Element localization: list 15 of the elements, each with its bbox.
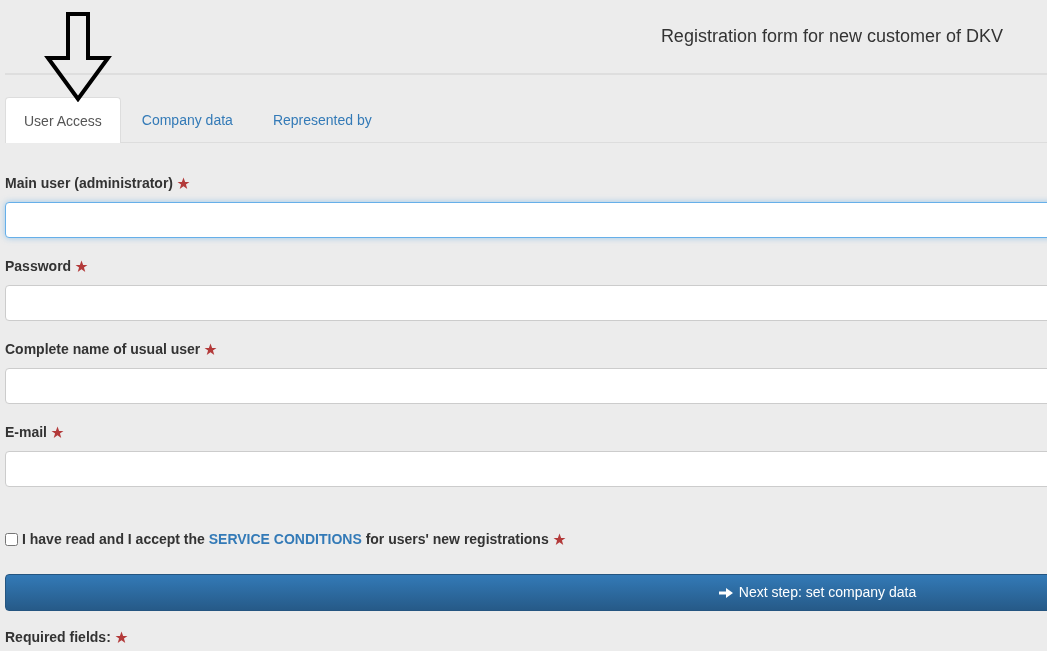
field-label: Complete name of usual user: [5, 340, 201, 359]
tab[interactable]: Company data: [122, 97, 252, 142]
arrow-right-icon: [718, 586, 733, 599]
checkbox[interactable]: [5, 533, 18, 546]
tab[interactable]: Represented by: [253, 97, 391, 142]
service-conditions-link[interactable]: SERVICE CONDITIONS: [208, 531, 362, 547]
consent-text: I have read and I accept the SERVICE CONDITIONS for users' new registrations: [22, 530, 549, 549]
page-title: Registration form for new customer of DKV: [660, 25, 1003, 48]
tab[interactable]: User Access: [5, 97, 121, 143]
down-arrow-icon: [44, 12, 112, 102]
field-label: Main user (administrator): [5, 174, 174, 193]
required-note: Required fields:: [5, 628, 111, 647]
field-label: Password: [5, 257, 72, 276]
field-label: E-mail: [5, 423, 47, 442]
next-step-button[interactable]: Next step: set company data: [5, 574, 1047, 611]
